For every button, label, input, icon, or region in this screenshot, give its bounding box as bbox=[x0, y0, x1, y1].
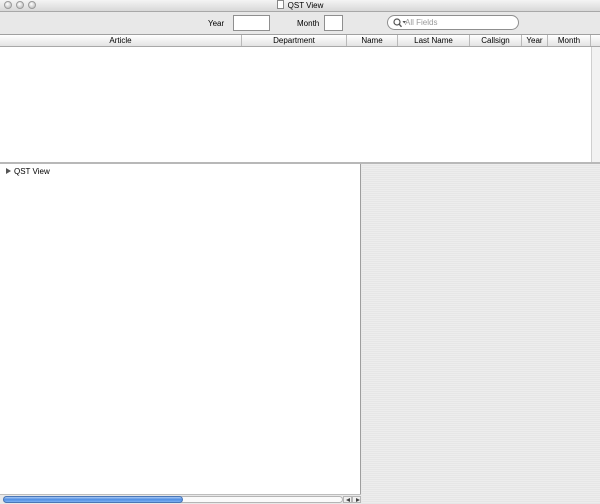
column-header-month[interactable]: Month bbox=[548, 35, 591, 46]
scroll-right-button[interactable] bbox=[352, 496, 361, 503]
detail-pane bbox=[362, 164, 600, 504]
column-header-year[interactable]: Year bbox=[522, 35, 548, 46]
outline-horizontal-scrollbar[interactable] bbox=[0, 494, 361, 504]
column-header-department[interactable]: Department bbox=[242, 35, 347, 46]
year-label: Year bbox=[208, 19, 225, 28]
column-header-callsign[interactable]: Callsign bbox=[470, 35, 522, 46]
left-arrow-icon bbox=[346, 498, 350, 502]
window-title-wrap: QST View bbox=[0, 0, 600, 11]
outline-pane[interactable]: QST View bbox=[0, 164, 361, 494]
year-field[interactable] bbox=[233, 15, 270, 31]
articles-table[interactable]: Article Department Name Last Name Callsi… bbox=[0, 34, 600, 163]
column-header-article[interactable]: Article bbox=[0, 35, 242, 46]
disclosure-triangle-icon[interactable] bbox=[6, 168, 11, 174]
column-header-name[interactable]: Name bbox=[347, 35, 398, 46]
outline-item-label: QST View bbox=[14, 167, 50, 176]
table-vertical-scrollbar[interactable] bbox=[591, 47, 600, 163]
outline-item[interactable]: QST View bbox=[6, 167, 50, 177]
document-icon bbox=[276, 0, 284, 9]
search-field[interactable]: All Fields bbox=[387, 15, 519, 30]
scroll-thumb[interactable] bbox=[3, 496, 183, 503]
window-title: QST View bbox=[287, 1, 324, 10]
qst-view-window: QST View Year Month All Fields Article D… bbox=[0, 0, 600, 504]
toolbar: Year Month All Fields bbox=[0, 12, 600, 34]
month-label: Month bbox=[297, 19, 320, 28]
search-placeholder: All Fields bbox=[405, 18, 438, 27]
month-field[interactable] bbox=[324, 15, 343, 31]
scroll-left-button[interactable] bbox=[343, 496, 352, 503]
right-arrow-icon bbox=[356, 498, 360, 502]
title-bar[interactable]: QST View bbox=[0, 0, 600, 12]
table-header: Article Department Name Last Name Callsi… bbox=[0, 35, 600, 47]
column-header-last-name[interactable]: Last Name bbox=[398, 35, 470, 46]
